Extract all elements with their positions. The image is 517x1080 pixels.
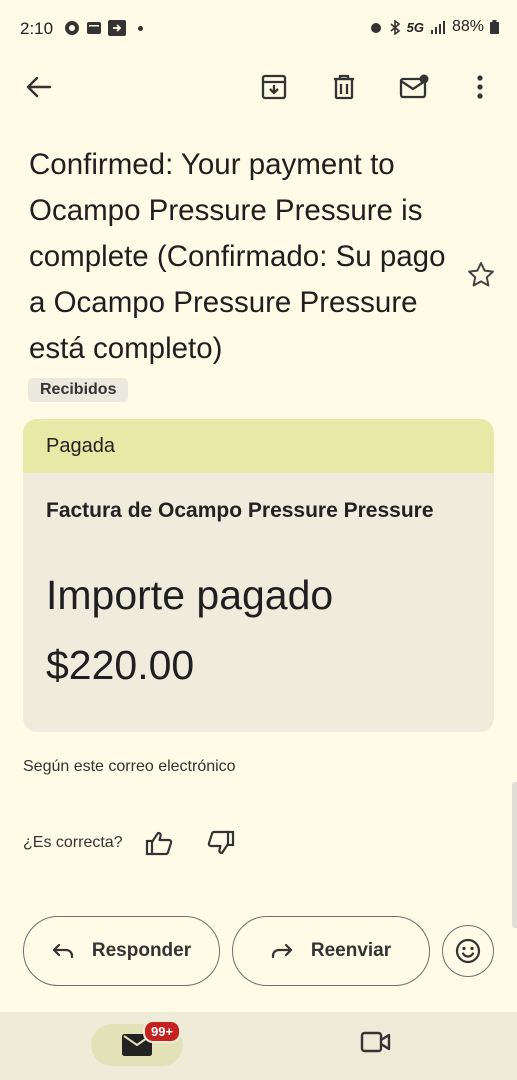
emoji-reaction-button[interactable] xyxy=(442,925,494,977)
invoice-card: Pagada Factura de Ocampo Pressure Pressu… xyxy=(23,419,494,732)
star-icon xyxy=(468,262,494,287)
summary-note: Según este correo electrónico xyxy=(23,758,236,775)
battery-icon xyxy=(490,20,499,34)
mark-unread-icon xyxy=(399,74,429,99)
bluetooth-icon xyxy=(390,19,400,35)
notification-icons xyxy=(64,20,143,36)
status-bar: 2:10 5G 88% xyxy=(0,0,517,58)
thumbs-up-icon xyxy=(145,831,172,856)
reply-button[interactable]: Responder xyxy=(23,916,220,986)
message-icon xyxy=(87,22,101,34)
archive-button[interactable] xyxy=(250,62,298,112)
amount-label: Importe pagado xyxy=(46,572,334,618)
forward-label: Reenviar xyxy=(310,940,392,961)
feedback-row: ¿Es correcta? xyxy=(23,826,241,860)
trash-icon xyxy=(334,74,354,100)
reply-icon xyxy=(52,943,73,959)
email-toolbar xyxy=(0,62,517,116)
more-vert-icon xyxy=(477,75,483,99)
forward-icon xyxy=(271,943,292,959)
alarm-icon xyxy=(370,23,381,33)
invoice-title: Factura de Ocampo Pressure Pressure xyxy=(46,499,434,522)
video-camera-icon xyxy=(360,1031,391,1053)
signal-icon xyxy=(430,21,445,34)
status-time: 2:10 xyxy=(20,19,54,38)
forward-button[interactable]: Reenviar xyxy=(232,916,430,986)
amount-value: $220.00 xyxy=(46,642,195,688)
label-chip-inbox[interactable]: Recibidos xyxy=(28,378,129,402)
reply-label: Responder xyxy=(91,940,192,961)
network-type: 5G xyxy=(406,19,424,35)
chrome-icon xyxy=(65,21,79,35)
battery-percent: 88% xyxy=(451,18,484,35)
bottom-navigation: 99+ xyxy=(0,1012,517,1080)
mail-unread-badge: 99+ xyxy=(143,1020,182,1043)
back-arrow-icon xyxy=(26,76,52,98)
delete-button[interactable] xyxy=(320,62,368,112)
thumbs-down-button[interactable] xyxy=(201,826,241,860)
star-button[interactable] xyxy=(466,260,496,295)
smiley-icon xyxy=(455,938,481,964)
email-subject: Confirmed: Your payment to Ocampo Pressu… xyxy=(29,148,446,365)
feedback-question: ¿Es correcta? xyxy=(23,834,123,851)
archive-icon xyxy=(261,74,287,100)
thumbs-up-button[interactable] xyxy=(139,826,179,860)
cast-icon xyxy=(108,20,126,36)
scroll-handle[interactable] xyxy=(512,782,517,928)
more-options-button[interactable] xyxy=(456,62,504,112)
invoice-status: Pagada xyxy=(23,419,494,473)
system-indicators: 5G 88% xyxy=(369,18,499,36)
back-button[interactable] xyxy=(15,62,63,112)
more-notifications-dot xyxy=(138,25,143,31)
mark-unread-button[interactable] xyxy=(390,62,438,112)
thumbs-down-icon xyxy=(207,830,234,855)
nav-meet-tab[interactable] xyxy=(360,1030,392,1059)
